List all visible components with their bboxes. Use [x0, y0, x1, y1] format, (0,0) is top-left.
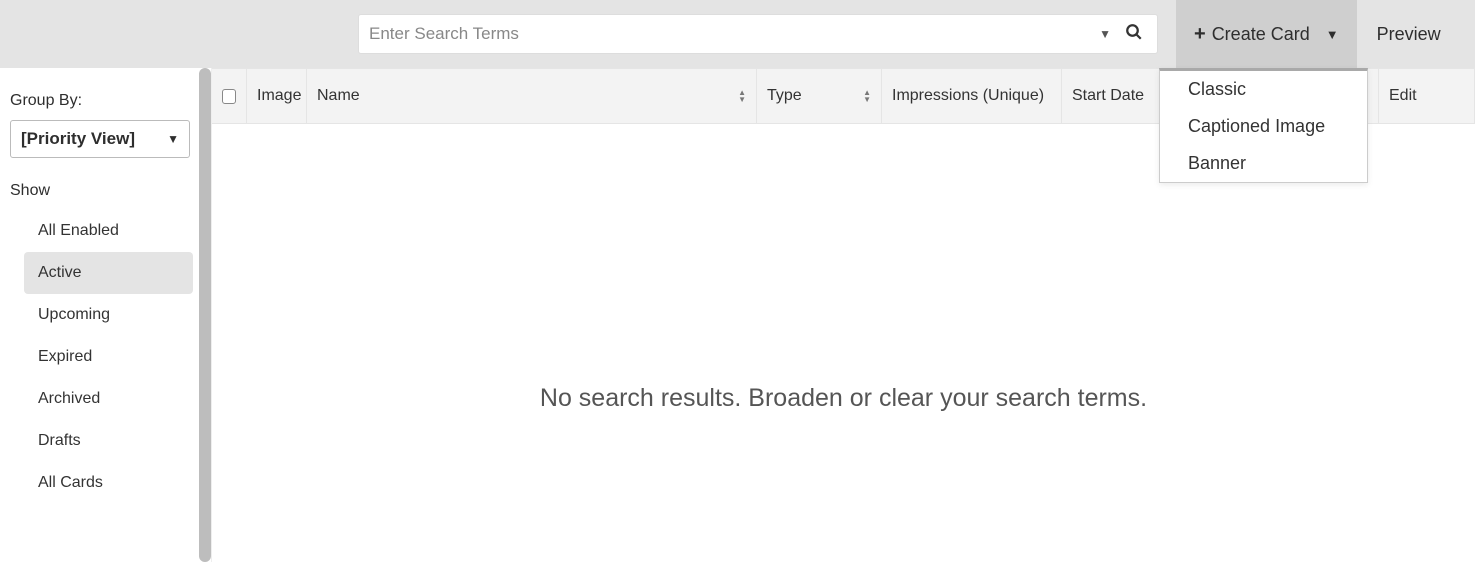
select-all-checkbox[interactable] [222, 89, 236, 104]
create-card-dropdown: ClassicCaptioned ImageBanner [1159, 68, 1368, 183]
content-area: Image Name ▲▼ Type ▲▼ Impressions (Uniqu… [212, 68, 1475, 562]
chevron-down-icon: ▼ [1326, 27, 1339, 42]
topbar: ▼ + Create Card ▼ Preview [0, 0, 1475, 68]
sidebar-filter-archived[interactable]: Archived [24, 378, 193, 420]
column-name-label: Name [317, 87, 360, 105]
search-filter-caret-icon[interactable]: ▼ [1089, 27, 1121, 41]
column-image-label: Image [257, 87, 301, 105]
column-start-date-label: Start Date [1072, 87, 1144, 105]
column-edit-label: Edit [1389, 87, 1417, 105]
search-icon[interactable] [1121, 23, 1147, 46]
sort-icon[interactable]: ▲▼ [738, 89, 746, 103]
plus-icon: + [1194, 23, 1206, 46]
column-impressions: Impressions (Unique) [882, 69, 1062, 123]
group-by-select[interactable]: [Priority View] ▼ [10, 120, 190, 158]
column-type[interactable]: Type ▲▼ [757, 69, 882, 123]
sort-icon[interactable]: ▲▼ [863, 89, 871, 103]
empty-state-message: No search results. Broaden or clear your… [212, 384, 1475, 413]
preview-button[interactable]: Preview [1357, 0, 1461, 68]
create-menu-item-banner[interactable]: Banner [1160, 145, 1367, 182]
sidebar: Group By: [Priority View] ▼ Show All Ena… [0, 68, 212, 562]
create-card-button[interactable]: + Create Card ▼ [1176, 0, 1357, 68]
column-impressions-label: Impressions (Unique) [892, 87, 1044, 105]
show-label: Show [10, 182, 203, 200]
column-type-label: Type [767, 87, 802, 105]
sidebar-filter-all-cards[interactable]: All Cards [24, 462, 193, 504]
search-wrap[interactable]: ▼ [358, 14, 1158, 54]
column-name[interactable]: Name ▲▼ [307, 69, 757, 123]
group-by-label: Group By: [10, 92, 203, 110]
sidebar-scrollbar[interactable] [199, 68, 211, 562]
group-by-value: [Priority View] [21, 129, 135, 149]
column-edit: Edit [1379, 69, 1475, 123]
create-menu-item-classic[interactable]: Classic [1160, 71, 1367, 108]
column-checkbox[interactable] [212, 69, 247, 123]
sidebar-filter-upcoming[interactable]: Upcoming [24, 294, 193, 336]
sidebar-filter-drafts[interactable]: Drafts [24, 420, 193, 462]
column-image: Image [247, 69, 307, 123]
filter-list: All EnabledActiveUpcomingExpiredArchived… [10, 210, 203, 504]
column-start-date[interactable]: Start Date [1062, 69, 1170, 123]
search-input[interactable] [369, 24, 1089, 44]
sidebar-filter-all-enabled[interactable]: All Enabled [24, 210, 193, 252]
create-menu-item-captioned-image[interactable]: Captioned Image [1160, 108, 1367, 145]
sidebar-filter-expired[interactable]: Expired [24, 336, 193, 378]
sidebar-filter-active[interactable]: Active [24, 252, 193, 294]
caret-down-icon: ▼ [167, 132, 179, 146]
create-card-label: Create Card [1212, 24, 1310, 45]
